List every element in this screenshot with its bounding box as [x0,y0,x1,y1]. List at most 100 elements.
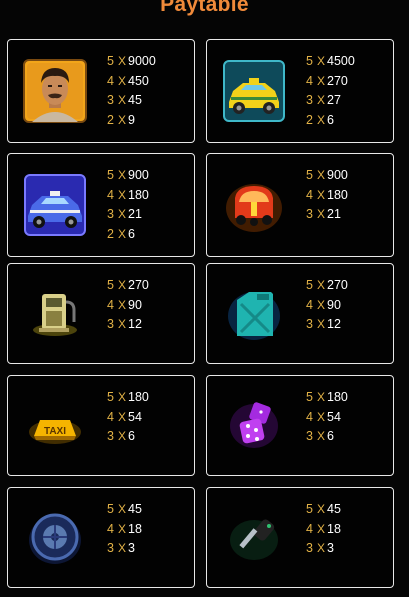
payout-value: 270 [327,278,348,292]
payout-value: 900 [128,168,149,182]
payout-value: 27 [327,93,341,107]
pay-list: 5 X 4500 4 X 270 3 X 27 2X6 [306,54,355,132]
payout-value: 45 [128,93,142,107]
pay-row: 4 X 180 [306,188,348,208]
pay-row: 2X6 [107,227,149,247]
symbol-card: 5 X 900 4 X 180 3 X 21 [206,153,394,257]
payout-value: 21 [128,207,142,221]
count-label: 5 [107,390,114,404]
count-label: 3 [107,541,114,555]
taxi-sign-icon: TAXI [22,392,88,458]
multiply-sign: X [316,73,325,88]
pay-row: 5 X 900 [306,168,348,188]
count-label: 4 [107,409,114,424]
symbol-card: 5 X 270 4 X 90 3 X 12 [7,263,195,364]
count-label: 3 [306,429,313,443]
multiply-sign: X [316,502,325,516]
pay-row: 5 X 9000 [107,54,156,74]
payout-value: 270 [128,278,149,292]
pay-row: 2X9 [107,113,156,133]
payout-value: 3 [327,541,334,555]
payout-value: 12 [327,317,341,331]
multiply-sign: X [316,409,325,424]
multiply-sign: X [316,317,325,331]
count-label: 5 [107,278,114,292]
count-label: 5 [306,54,313,68]
payout-value: 450 [128,73,149,88]
car-key-icon [221,504,287,570]
pay-list: 5 X 180 4 X 54 3X6 [107,390,149,449]
multiply-sign: X [117,168,126,182]
dice-icon [221,392,287,458]
pay-row: 5 X 270 [107,278,149,298]
multiply-sign: X [316,541,325,555]
symbol-card: 5 X 900 4 X 180 3 X 21 2X6 [7,153,195,257]
pay-row: 3X6 [107,429,149,449]
pay-row: 4 X 270 [306,74,355,94]
pay-row: 4 X 90 [107,298,149,318]
payout-value: 6 [128,226,135,241]
multiply-sign: X [316,429,325,443]
payout-value: 18 [327,521,341,536]
paytable-title: Paytable [160,0,249,16]
payout-value: 90 [327,297,341,312]
count-label: 4 [107,297,114,312]
symbol-card: 5 X 45 4 X 18 3X3 [206,487,394,588]
count-label: 5 [306,168,313,182]
multiply-sign: X [316,112,325,127]
payout-value: 18 [128,521,142,536]
pay-row: 5 X 45 [306,502,341,522]
count-label: 3 [107,429,114,443]
count-label: 4 [306,187,313,202]
payout-value: 270 [327,73,348,88]
payout-value: 180 [327,390,348,404]
payout-value: 12 [128,317,142,331]
pay-list: 5 X 9000 4 X 450 3 X 45 2X9 [107,54,156,132]
payout-value: 4500 [327,54,355,68]
multiply-sign: X [117,297,126,312]
count-label: 5 [306,390,313,404]
payout-value: 6 [327,429,334,443]
count-label: 5 [306,278,313,292]
payout-value: 9 [128,112,135,127]
multiply-sign: X [117,541,126,555]
count-label: 2 [107,226,114,241]
count-label: 5 [306,502,313,516]
multiply-sign: X [316,54,325,68]
count-label: 3 [306,93,313,107]
pay-row: 3 X 27 [306,93,355,113]
multiply-sign: X [316,93,325,107]
multiply-sign: X [117,93,126,107]
pay-row: 4 X 18 [107,522,142,542]
pay-list: 5 X 270 4 X 90 3 X 12 [306,278,348,337]
multiply-sign: X [117,390,126,404]
payout-value: 45 [128,502,142,516]
multiply-sign: X [117,112,126,127]
pay-row: 4 X 180 [107,188,149,208]
payout-value: 54 [327,409,341,424]
pay-row: 4 X 54 [306,410,348,430]
pay-row: 4 X 90 [306,298,348,318]
pay-row: 5 X 270 [306,278,348,298]
auto-rickshaw-icon [221,172,287,238]
multiply-sign: X [117,429,126,443]
multiply-sign: X [316,278,325,292]
yellow-taxi-car-icon [221,58,287,124]
pay-list: 5 X 900 4 X 180 3 X 21 [306,168,348,227]
pay-row: 3X3 [306,541,341,561]
multiply-sign: X [117,521,126,536]
pay-row: 3 X 45 [107,93,156,113]
multiply-sign: X [316,297,325,312]
pay-row: 4 X 450 [107,74,156,94]
pay-row: 5 X 45 [107,502,142,522]
payout-value: 6 [128,429,135,443]
tire-icon [22,504,88,570]
multiply-sign: X [316,187,325,202]
payout-value: 900 [327,168,348,182]
pay-row: 2X6 [306,113,355,133]
payout-value: 54 [128,409,142,424]
pay-row: 5 X 180 [306,390,348,410]
multiply-sign: X [117,278,126,292]
multiply-sign: X [117,502,126,516]
multiply-sign: X [117,317,126,331]
